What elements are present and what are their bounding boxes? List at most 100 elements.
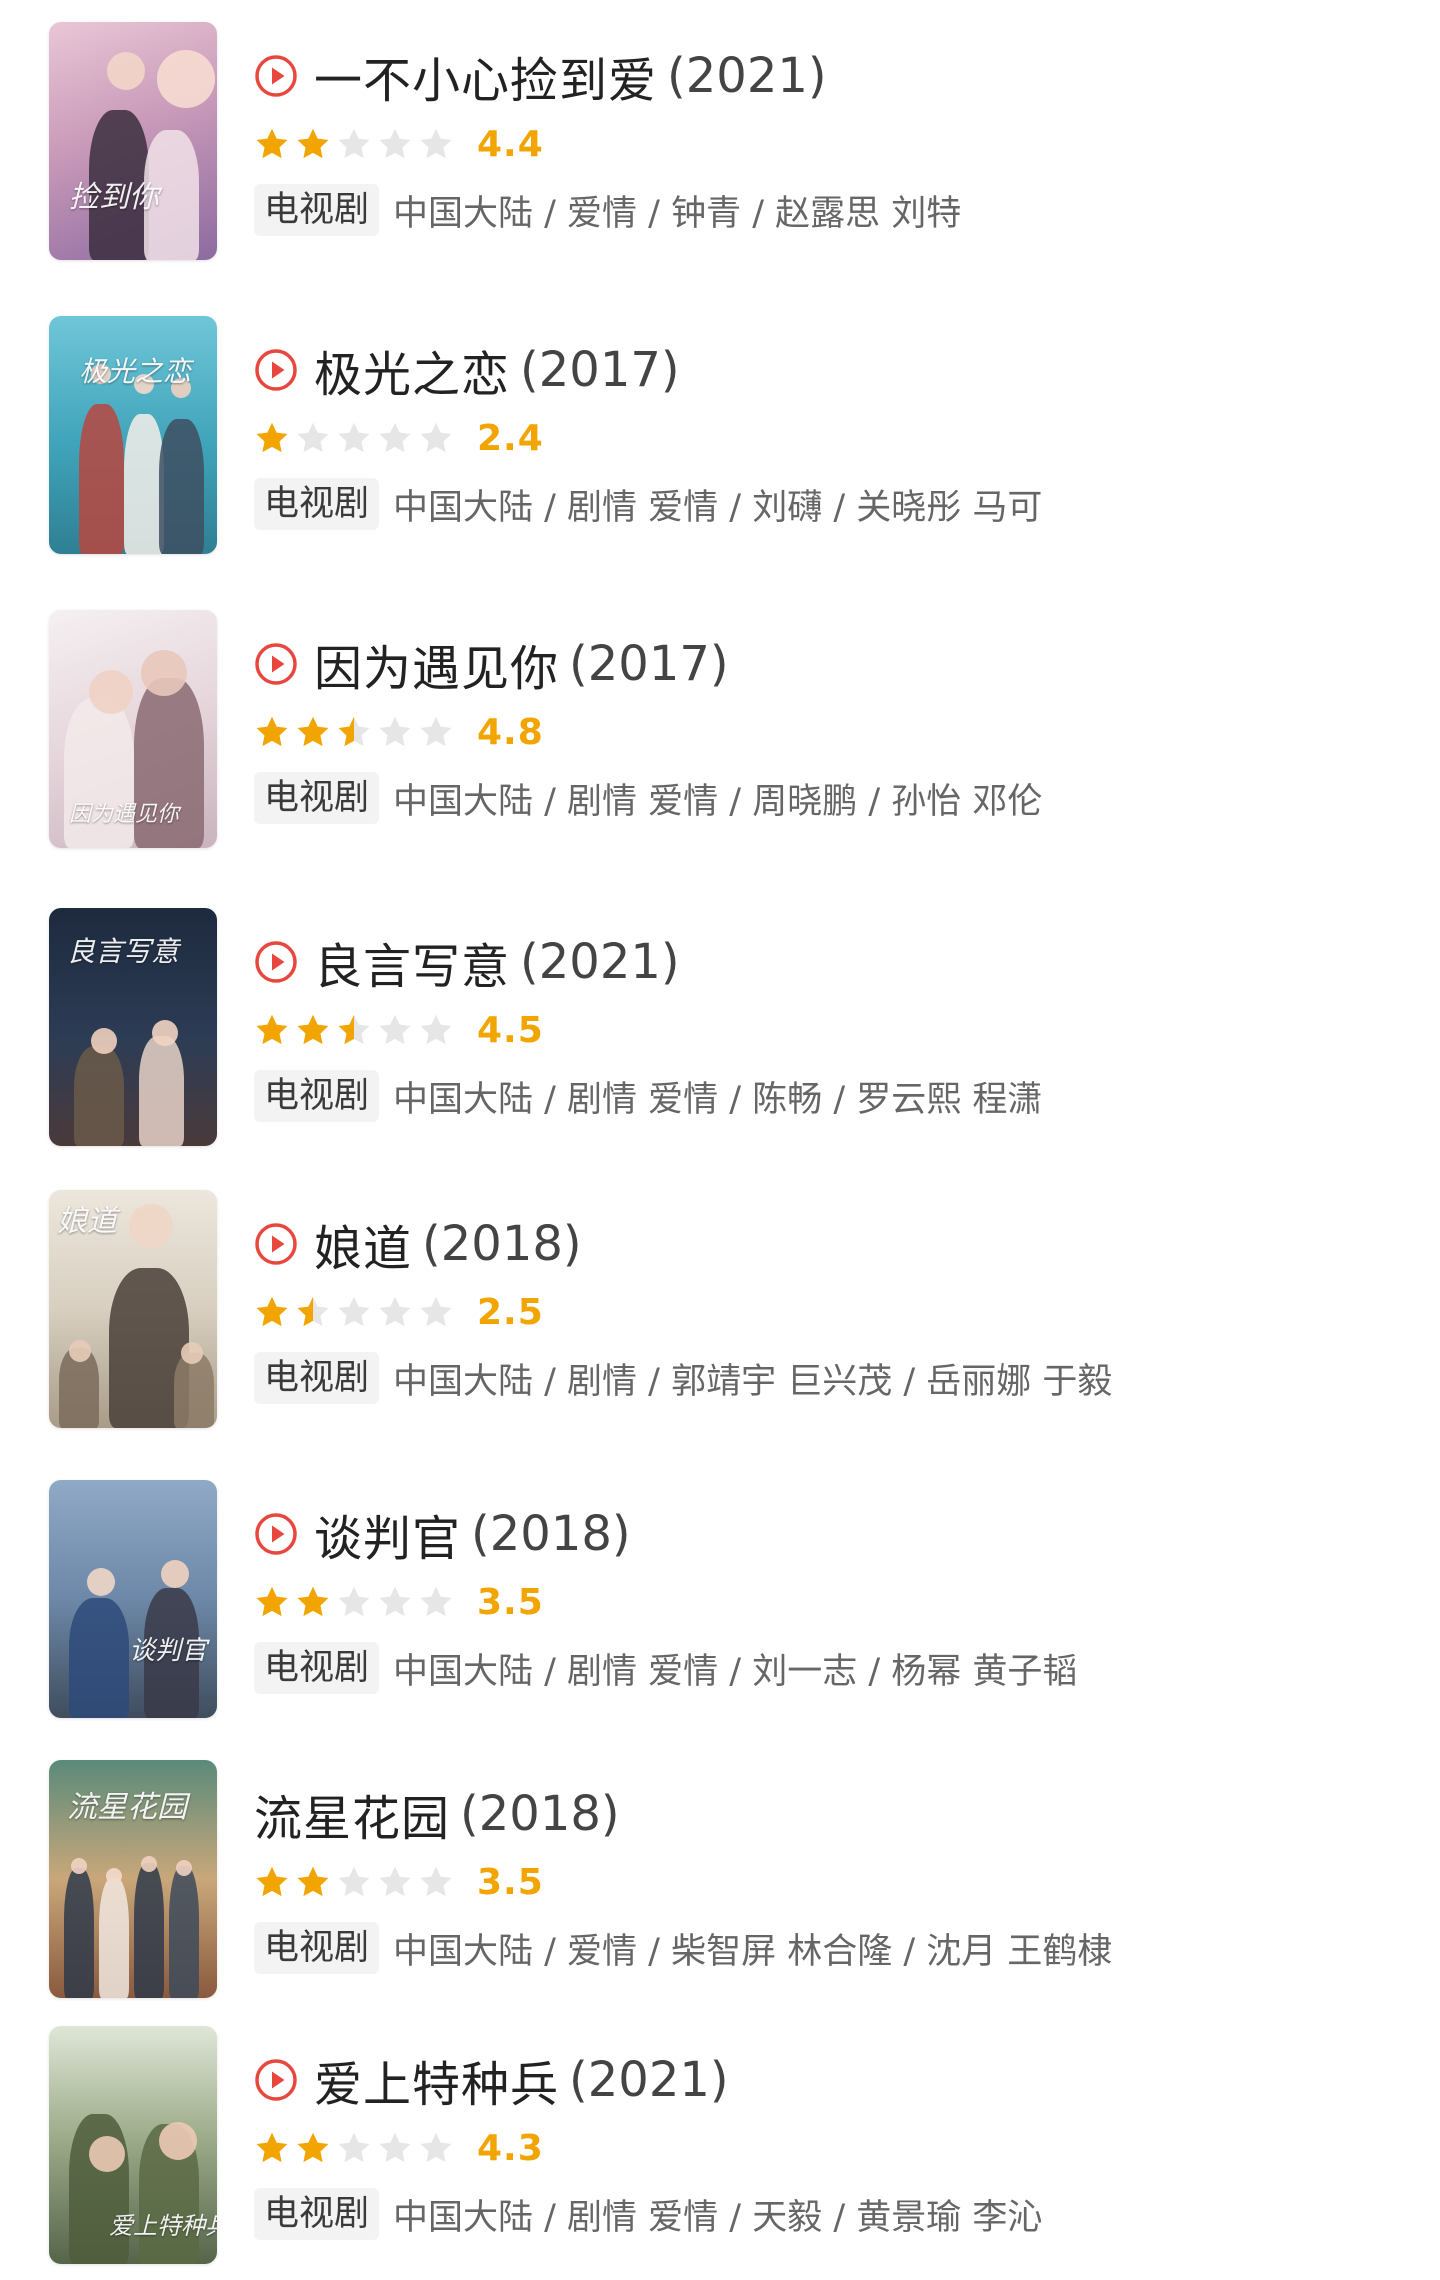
series-meta: 中国大陆 / 爱情 / 柴智屏 林合隆 / 沈月 王鹤棣 (393, 1931, 1113, 1972)
tv-series-item[interactable]: 因为遇见你 因为遇见你 (2017) 4.8 电视剧 中国大陆 / 剧情 爱情 / 周晓鹏… (0, 610, 1440, 850)
star-icon (297, 2132, 329, 2163)
star-icon (420, 2132, 452, 2163)
star-icon (379, 1866, 411, 1897)
series-year: (2018) (460, 1786, 620, 1842)
title-row[interactable]: 流星花园 (2018) (254, 1780, 620, 1848)
tv-series-item[interactable]: 极光之恋 极光之恋 (2017) 2.4 电视剧 中国大陆 / 剧情 爱情 / 刘礴 / … (0, 316, 1440, 556)
poster-face (71, 1858, 87, 1874)
poster-face (161, 1560, 189, 1588)
poster-title-text: 流星花园 (67, 1790, 187, 1825)
poster-image[interactable]: 极光之恋 (49, 316, 217, 554)
series-title[interactable]: 谈判官 (314, 1499, 461, 1569)
star-rating (254, 126, 459, 162)
star-rating (254, 714, 459, 750)
series-meta: 中国大陆 / 剧情 爱情 / 刘礴 / 关晓彤 马可 (393, 487, 1043, 528)
star-icon (256, 2132, 288, 2163)
poster-image[interactable]: 良言写意 (49, 908, 217, 1146)
poster-face (87, 1568, 115, 1596)
poster-figure (139, 1036, 184, 1146)
star-icon (379, 1296, 411, 1327)
meta-row: 电视剧 中国大陆 / 爱情 / 钟青 / 赵露思 刘特 (254, 182, 961, 238)
series-title[interactable]: 爱上特种兵 (314, 2045, 559, 2115)
title-row[interactable]: 谈判官 (2018) (254, 1500, 631, 1568)
poster-face (152, 1020, 178, 1046)
title-row[interactable]: 极光之恋 (2017) (254, 336, 680, 404)
poster-image[interactable]: 流星花园 (49, 1760, 217, 1998)
title-row[interactable]: 一不小心捡到爱 (2021) (254, 42, 827, 110)
star-icon (256, 1296, 288, 1327)
poster-figure (174, 1353, 214, 1428)
tv-series-item[interactable]: 娘道 娘道 (2018) 2.5 电视剧 中国大陆 / 剧情 / 郭靖宇 巨兴茂 / 岳丽… (0, 1190, 1440, 1430)
play-circle-icon[interactable] (254, 940, 298, 984)
star-icon (338, 1586, 370, 1617)
star-icon (420, 1014, 452, 1045)
star-rating (254, 1294, 459, 1330)
poster-title-text: 因为遇见你 (69, 802, 180, 827)
poster-image[interactable]: 爱上特种兵 (49, 2026, 217, 2264)
meta-row: 电视剧 中国大陆 / 剧情 / 郭靖宇 巨兴茂 / 岳丽娜 于毅 (254, 1350, 1112, 1406)
poster-figure (64, 1868, 94, 1998)
star-icon (338, 422, 370, 453)
star-icon (338, 1296, 370, 1327)
poster-image[interactable]: 因为遇见你 (49, 610, 217, 848)
poster-image[interactable]: 谈判官 (49, 1480, 217, 1718)
poster-figure (134, 1863, 164, 1998)
series-title[interactable]: 极光之恋 (314, 335, 510, 405)
title-row[interactable]: 因为遇见你 (2017) (254, 630, 729, 698)
play-circle-icon[interactable] (254, 1222, 298, 1266)
play-circle-icon[interactable] (254, 1512, 298, 1556)
rating-score: 4.8 (477, 711, 544, 753)
play-circle-icon[interactable] (254, 642, 298, 686)
series-title[interactable]: 因为遇见你 (314, 629, 559, 699)
poster-face (89, 2136, 125, 2172)
star-icon (338, 1866, 370, 1897)
play-circle-icon[interactable] (254, 2058, 298, 2102)
star-icon (256, 1866, 288, 1897)
poster-image[interactable]: 捡到你 (49, 22, 217, 260)
poster-figure (74, 1046, 124, 1146)
star-icon (297, 128, 329, 159)
poster-figure (79, 404, 124, 554)
play-circle-icon[interactable] (254, 54, 298, 98)
category-tag: 电视剧 (254, 1922, 380, 1974)
poster-face (141, 650, 187, 696)
tv-series-item[interactable]: 爱上特种兵 爱上特种兵 (2021) 4.3 电视剧 中国大陆 / 剧情 爱情 / 天毅 … (0, 2026, 1440, 2266)
star-icon (420, 1586, 452, 1617)
rating-row: 4.4 (254, 122, 544, 166)
play-circle-icon[interactable] (254, 348, 298, 392)
series-title[interactable]: 娘道 (314, 1209, 412, 1279)
series-title[interactable]: 良言写意 (314, 927, 510, 997)
poster-figure (124, 414, 164, 554)
star-rating (254, 1012, 459, 1048)
meta-row: 电视剧 中国大陆 / 爱情 / 柴智屏 林合隆 / 沈月 王鹤棣 (254, 1920, 1112, 1976)
star-icon (256, 128, 288, 159)
poster-image[interactable]: 娘道 (49, 1190, 217, 1428)
poster-face (141, 1856, 157, 1872)
star-rating (254, 420, 459, 456)
star-icon (379, 1014, 411, 1045)
rating-score: 4.3 (477, 2127, 544, 2169)
poster-face (91, 1028, 117, 1054)
poster-title-text: 捡到你 (69, 180, 159, 215)
tv-series-item[interactable]: 捡到你 一不小心捡到爱 (2021) 4.4 电视剧 中国大陆 / 爱情 / 钟青 / 赵… (0, 22, 1440, 262)
star-icon (338, 2132, 370, 2163)
tv-series-item[interactable]: 流星花园 流星花园 (2018) 3.5 电视剧 中国大陆 / 爱情 / 柴智屏 林合隆 … (0, 1760, 1440, 2000)
poster-face (176, 1860, 192, 1876)
title-row[interactable]: 娘道 (2018) (254, 1210, 582, 1278)
star-icon (420, 1296, 452, 1327)
tv-series-item[interactable]: 谈判官 谈判官 (2018) 3.5 电视剧 中国大陆 / 剧情 爱情 / 刘一志 / 杨… (0, 1480, 1440, 1720)
series-title[interactable]: 一不小心捡到爱 (314, 41, 657, 111)
series-meta: 中国大陆 / 剧情 爱情 / 天毅 / 黄景瑜 李沁 (393, 2197, 1043, 2238)
tv-series-item[interactable]: 良言写意 良言写意 (2021) 4.5 电视剧 中国大陆 / 剧情 爱情 / 陈畅 / … (0, 908, 1440, 1148)
meta-row: 电视剧 中国大陆 / 剧情 爱情 / 刘一志 / 杨幂 黄子韬 (254, 1640, 1077, 1696)
meta-row: 电视剧 中国大陆 / 剧情 爱情 / 周晓鹏 / 孙怡 邓伦 (254, 770, 1042, 826)
star-icon (379, 128, 411, 159)
title-row[interactable]: 爱上特种兵 (2021) (254, 2046, 729, 2114)
star-rating (254, 1864, 459, 1900)
star-icon (256, 1014, 288, 1045)
meta-row: 电视剧 中国大陆 / 剧情 爱情 / 刘礴 / 关晓彤 马可 (254, 476, 1042, 532)
title-row[interactable]: 良言写意 (2021) (254, 928, 680, 996)
star-rating (254, 2130, 459, 2166)
series-title[interactable]: 流星花园 (254, 1779, 450, 1849)
poster-title-text: 爱上特种兵 (109, 2212, 217, 2240)
